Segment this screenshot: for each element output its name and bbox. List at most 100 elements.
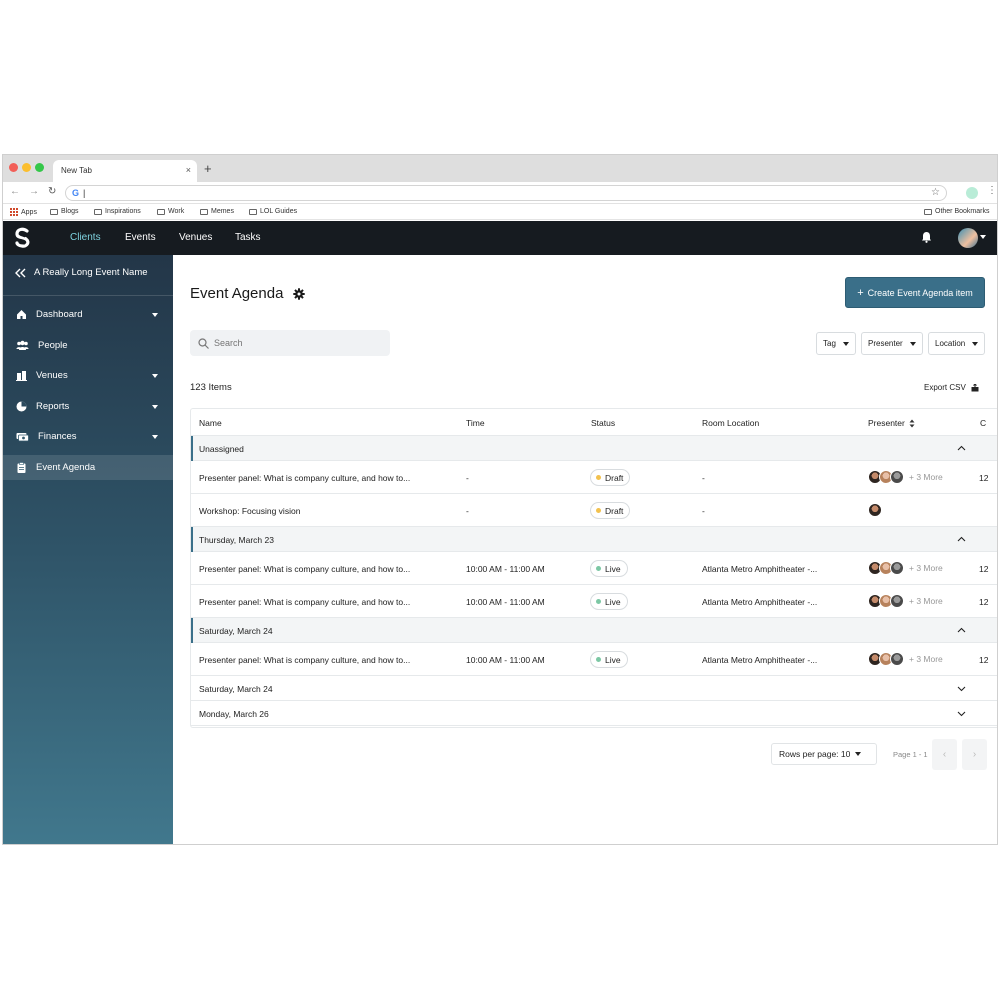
tag-filter-dropdown[interactable]: Tag — [816, 332, 856, 355]
tab-close-icon[interactable]: × — [186, 165, 191, 175]
location-filter-dropdown[interactable]: Location — [928, 332, 986, 355]
sidebar-item-dashboard[interactable]: Dashboard — [3, 302, 173, 327]
presenter-avatars[interactable]: + 3 More — [868, 594, 943, 608]
column-header-status[interactable]: Status — [591, 418, 615, 428]
home-icon — [17, 310, 26, 319]
sidebar-item-finances[interactable]: Finances — [3, 424, 173, 449]
presenter-avatars[interactable]: + 3 More — [868, 561, 943, 575]
browser-tab[interactable]: New Tab × — [53, 160, 197, 182]
next-page-button[interactable]: › — [962, 739, 987, 770]
chevron-up-icon[interactable] — [957, 535, 966, 544]
table-row[interactable]: Workshop: Focusing vision - Draft - — [191, 494, 997, 527]
avatar — [890, 470, 904, 484]
presenter-avatars[interactable]: + 3 More — [868, 470, 943, 484]
bookmark-label: LOL Guides — [260, 208, 298, 215]
bookmark-apps[interactable]: Apps — [10, 208, 37, 216]
app-logo-icon[interactable] — [14, 227, 32, 249]
sidebar-divider — [3, 295, 173, 296]
event-back-link[interactable]: A Really Long Event Name — [15, 267, 148, 278]
chevron-up-icon[interactable] — [957, 626, 966, 635]
status-badge: Live — [590, 593, 628, 610]
caret-down-icon — [972, 341, 979, 346]
search-input[interactable] — [214, 338, 374, 348]
group-header-unassigned[interactable]: Unassigned — [191, 436, 997, 461]
sidebar-item-venues[interactable]: Venues — [3, 363, 173, 388]
bookmark-lol-guides[interactable]: LOL Guides — [249, 208, 297, 215]
gear-icon[interactable] — [293, 287, 306, 300]
table-row[interactable]: Presenter panel: What is company culture… — [191, 585, 997, 618]
chevron-down-icon[interactable] — [957, 709, 966, 718]
presenter-filter-dropdown[interactable]: Presenter — [861, 332, 923, 355]
sidebar-item-people[interactable]: People — [3, 333, 173, 358]
nav-venues[interactable]: Venues — [179, 232, 212, 243]
presenter-avatars[interactable] — [868, 503, 882, 517]
nav-clients[interactable]: Clients — [70, 232, 101, 243]
bookmark-inspirations[interactable]: Inspirations — [94, 208, 141, 215]
bookmark-star-icon[interactable]: ☆ — [931, 187, 940, 198]
status-label: Live — [605, 654, 621, 665]
column-header-name[interactable]: Name — [199, 418, 222, 428]
avatar — [890, 652, 904, 666]
chevron-right-icon: › — [972, 749, 977, 760]
bookmark-label: Other Bookmarks — [935, 208, 990, 215]
search-icon — [198, 337, 209, 349]
search-box[interactable] — [190, 330, 390, 356]
maximize-window-button[interactable] — [35, 163, 44, 172]
address-bar[interactable]: G | ☆ — [65, 185, 947, 201]
close-window-button[interactable] — [9, 163, 18, 172]
bookmark-blogs[interactable]: Blogs — [50, 208, 79, 215]
google-icon: G — [72, 188, 80, 198]
previous-page-button[interactable]: ‹ — [932, 739, 957, 770]
group-header-thursday-march-23[interactable]: Thursday, March 23 — [191, 527, 997, 552]
group-label: Monday, March 26 — [199, 709, 269, 719]
bookmark-other[interactable]: Other Bookmarks — [924, 208, 989, 215]
notification-bell-icon[interactable] — [921, 231, 932, 243]
sidebar-item-label: Finances — [38, 431, 77, 442]
row-location: - — [702, 473, 705, 483]
bookmark-memes[interactable]: Memes — [200, 208, 234, 215]
table-row[interactable]: Presenter panel: What is company culture… — [191, 552, 997, 585]
group-header-saturday-march-24[interactable]: Saturday, March 24 — [191, 618, 997, 643]
rows-per-page-select[interactable]: Rows per page: 10 — [771, 743, 877, 765]
folder-icon — [50, 208, 58, 215]
create-agenda-item-button[interactable]: + Create Event Agenda item — [845, 277, 985, 308]
group-header-monday-march-26[interactable]: Monday, March 26 — [191, 701, 997, 726]
user-avatar[interactable] — [958, 228, 978, 248]
back-arrow-icon[interactable]: ← — [10, 186, 20, 197]
nav-tasks[interactable]: Tasks — [235, 232, 261, 243]
forward-arrow-icon[interactable]: → — [29, 186, 39, 197]
sidebar-item-event-agenda[interactable]: Event Agenda — [3, 455, 173, 480]
column-header-presenter[interactable]: Presenter — [868, 418, 915, 428]
table-row[interactable]: Presenter panel: What is company culture… — [191, 643, 997, 676]
chevron-down-icon[interactable] — [980, 235, 986, 239]
more-presenters: + 3 More — [909, 472, 943, 482]
row-name: Workshop: Focusing vision — [199, 506, 301, 516]
column-header-time[interactable]: Time — [466, 418, 485, 428]
column-header-room-location[interactable]: Room Location — [702, 418, 759, 428]
extension-icon[interactable] — [966, 187, 978, 199]
group-header-saturday-march-24-collapsed[interactable]: Saturday, March 24 — [191, 676, 997, 701]
row-time: 10:00 AM - 11:00 AM — [466, 564, 545, 574]
sidebar-item-reports[interactable]: Reports — [3, 394, 173, 419]
browser-menu-icon[interactable]: ⋮ — [987, 185, 997, 196]
sidebar-item-label: People — [38, 340, 68, 351]
group-label: Unassigned — [199, 444, 244, 454]
table-row[interactable]: Presenter panel: What is company culture… — [191, 461, 997, 494]
page-title: Event Agenda — [190, 285, 306, 302]
avatar — [890, 561, 904, 575]
status-label: Live — [605, 563, 621, 574]
chevron-down-icon[interactable] — [957, 684, 966, 693]
export-csv-button[interactable]: Export CSV — [924, 383, 979, 392]
status-label: Draft — [605, 472, 624, 483]
reload-icon[interactable]: ↻ — [48, 186, 56, 197]
item-count: 123 Items — [190, 382, 232, 393]
new-tab-button[interactable]: + — [204, 161, 212, 176]
chevron-up-icon[interactable] — [957, 444, 966, 453]
sort-icon — [909, 419, 915, 427]
group-label: Thursday, March 23 — [199, 535, 274, 545]
minimize-window-button[interactable] — [22, 163, 31, 172]
nav-events[interactable]: Events — [125, 232, 156, 243]
bookmark-work[interactable]: Work — [157, 208, 184, 215]
presenter-avatars[interactable]: + 3 More — [868, 652, 943, 666]
text-cursor: | — [83, 188, 86, 198]
